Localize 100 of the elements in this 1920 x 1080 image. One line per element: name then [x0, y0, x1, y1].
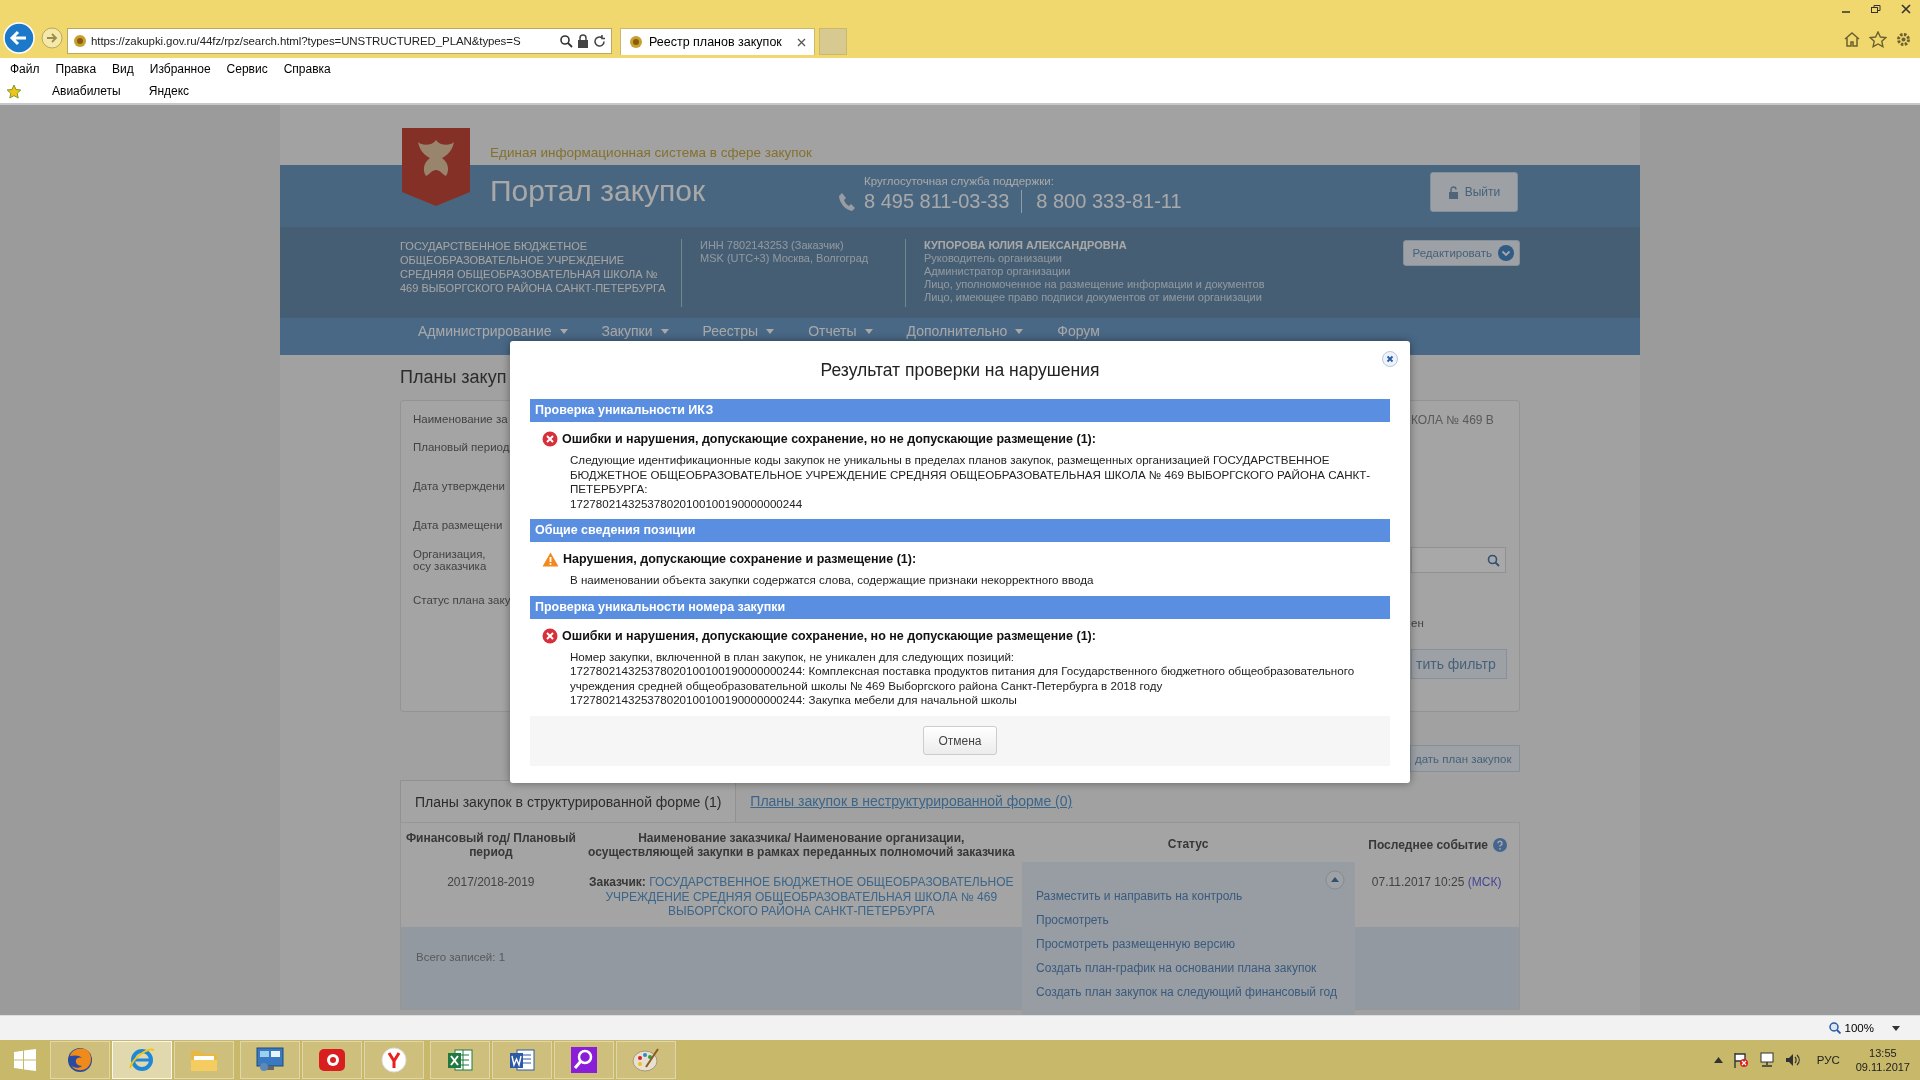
zoom-icon[interactable]: [1828, 1022, 1841, 1034]
support-label: Круглосуточная служба поддержки:: [864, 175, 1055, 187]
tab[interactable]: Планы закупок в структурированной форме (1): [400, 780, 737, 822]
taskbar-button[interactable]: [240, 1041, 300, 1079]
filter-label: Дата размещени: [413, 519, 504, 531]
language-indicator[interactable]: РУС: [1816, 1054, 1840, 1066]
tab[interactable]: Планы закупок в неструктурированной форме (0): [736, 780, 1087, 822]
user-role: Руководитель организации: [924, 252, 1063, 265]
search-field[interactable]: [1411, 547, 1506, 573]
taskbar-button[interactable]: [616, 1041, 676, 1079]
folder-icon: [190, 1048, 218, 1072]
favorites-link[interactable]: Яндекс: [148, 84, 190, 98]
warning-icon: [542, 551, 559, 567]
help-icon[interactable]: [1493, 838, 1507, 852]
table-cell: 07.11.2017 10:25 (МСК): [1371, 875, 1502, 889]
zoom-level[interactable]: 100%: [1844, 1022, 1874, 1034]
taskbar-button[interactable]: [50, 1041, 110, 1079]
user-role: Администратор организации: [924, 265, 1072, 278]
user-role: Лицо, имеющее право подписи документов от имени организации: [924, 291, 1263, 304]
taskbar-button[interactable]: [430, 1041, 490, 1079]
menu-item[interactable]: Разместить и направить на контроль: [1036, 888, 1355, 904]
caret-icon: [1015, 328, 1024, 334]
taskbar-button[interactable]: [364, 1041, 424, 1079]
back-icon[interactable]: [3, 22, 35, 54]
taskbar-button[interactable]: [492, 1041, 552, 1079]
field-value: КОЛА № 469 В: [1411, 413, 1494, 427]
flag-icon[interactable]: [1732, 1052, 1749, 1068]
issue-title: Ошибки и нарушения, допускающие сохранение, но не допускающие размещение (1):: [562, 432, 1096, 446]
issue-text: 172780214325378020100100190000000244: [570, 496, 804, 511]
star-icon[interactable]: [1869, 31, 1887, 48]
filter-label: Статус плана заку: [413, 594, 511, 606]
cancel-button[interactable]: Отмена: [923, 726, 997, 755]
menu-item[interactable]: Правка: [55, 61, 97, 76]
nav-menu-item[interactable]: Закупки: [601, 323, 669, 339]
taskbar-button[interactable]: [302, 1041, 362, 1079]
favorites-star-icon[interactable]: [6, 83, 22, 99]
menu-item[interactable]: Справка: [283, 61, 331, 76]
issue-title: Нарушения, допускающие сохранение и размещение (1):: [563, 552, 917, 566]
menu-item[interactable]: Вид: [112, 61, 134, 76]
menu-item[interactable]: Создать план-график на основании плана закупок: [1036, 960, 1355, 976]
taskbar-button[interactable]: [554, 1041, 614, 1079]
nav-menu-item[interactable]: Форум: [1057, 323, 1100, 339]
taskbar-button[interactable]: [112, 1041, 172, 1079]
site-icon: [73, 34, 87, 48]
clock-time[interactable]: 13:55: [1869, 1046, 1897, 1060]
nav-menu-item[interactable]: Отчеты: [808, 323, 873, 339]
menu-item[interactable]: Просмотреть: [1036, 912, 1355, 928]
lock-icon: [577, 34, 589, 48]
circle-icon: [381, 1047, 407, 1073]
logout-button[interactable]: Выйти: [1430, 172, 1518, 212]
menu-item[interactable]: Создать план закупок на следующий финансовый год: [1036, 984, 1355, 1000]
section-header: Проверка уникальности номера закупки: [530, 595, 1390, 619]
filter-label: Дата утверждени: [413, 480, 507, 492]
nav-menu-item[interactable]: Дополнительно: [906, 323, 1024, 339]
nav-menu-item[interactable]: Реестры: [702, 323, 775, 339]
start-icon[interactable]: [14, 1049, 36, 1071]
table-cell: 2017/2018-2019: [447, 875, 535, 889]
portal-title[interactable]: Портал закупок: [490, 174, 818, 208]
home-icon[interactable]: [1843, 31, 1861, 47]
menu-item[interactable]: Файл: [10, 61, 40, 76]
nav-menu-item[interactable]: Администрирование: [418, 323, 568, 339]
column-header: Статус: [1167, 837, 1209, 851]
forward-icon[interactable]: [41, 27, 63, 49]
caret-icon: [864, 328, 873, 334]
menu-item[interactable]: Сервис: [226, 61, 268, 76]
collapse-icon[interactable]: [1325, 870, 1345, 890]
caret-icon[interactable]: [1892, 1025, 1900, 1031]
volume-icon[interactable]: [1784, 1052, 1801, 1068]
close-icon[interactable]: [1900, 4, 1912, 14]
site-icon: [629, 35, 643, 49]
magnifier-icon: [571, 1047, 597, 1073]
emblem-icon: [402, 128, 470, 206]
issue-text: Следующие идентификационные коды закупок не уникальны в пределах планов закупок, размещенных организацией ГОСУДАРСТВЕННОЕ БЮДЖЕТНОЕ ОБЩЕОБРАЗОВАТЕЛЬНОЕ УЧРЕЖДЕНИЕ СРЕДНЯЯ ОБЩЕОБРАЗОВАТЕЛЬНАЯ ШКОЛА № 469 ВЫБОРГСКОГО РАЙОНА САНКТ-ПЕТЕРБУРГА:: [570, 453, 1372, 497]
caret-up-icon[interactable]: [1713, 1057, 1723, 1063]
menu-item[interactable]: Просмотреть размещенную версию: [1036, 936, 1355, 952]
error-icon: [542, 431, 558, 447]
search-icon[interactable]: [559, 34, 573, 48]
apply-filter-button[interactable]: тить фильтр: [1411, 649, 1507, 679]
filter-label: Наименование за: [413, 413, 509, 425]
create-plan-button[interactable]: дать план закупок: [1410, 745, 1520, 772]
record-count: Всего записей: 1: [416, 951, 506, 963]
edit-button[interactable]: Редактировать: [1402, 240, 1520, 266]
section-header: Общие сведения позиции: [530, 519, 1390, 542]
network-icon[interactable]: [1758, 1052, 1775, 1068]
settings-icon[interactable]: [1895, 31, 1912, 48]
issue-text: 172780214325378020100100190000000244: Закупка мебели для начальной школы: [570, 693, 1018, 708]
restore-icon[interactable]: [1870, 4, 1882, 14]
browser-tab[interactable]: Реестр планов закупок: [620, 28, 815, 55]
clock-date[interactable]: 09.11.2017: [1855, 1060, 1910, 1074]
issue-text: В наименовании объекта закупки содержатся слова, содержащие признаки некорректного ввода: [570, 573, 1095, 588]
column-header: Последнее событие: [1368, 838, 1488, 852]
organization-detail: MSK (UTC+3) Москва, Волгоград: [700, 252, 870, 265]
user-name: КУПОРОВА ЮЛИЯ АЛЕКСАНДРОВНА: [924, 239, 1128, 252]
favorites-link[interactable]: Авиабилеты: [52, 84, 121, 98]
address-field[interactable]: https://zakupki.gov.ru/44fz/rpz/search.html?types=UNSTRUCTURED_PLAN&types=S: [67, 28, 612, 54]
status-value: ен: [1411, 617, 1424, 629]
timezone-link[interactable]: (МСК): [1467, 875, 1502, 889]
menu-item[interactable]: Избранное: [149, 61, 211, 76]
refresh-icon[interactable]: [593, 34, 606, 48]
close-icon[interactable]: [797, 37, 806, 47]
